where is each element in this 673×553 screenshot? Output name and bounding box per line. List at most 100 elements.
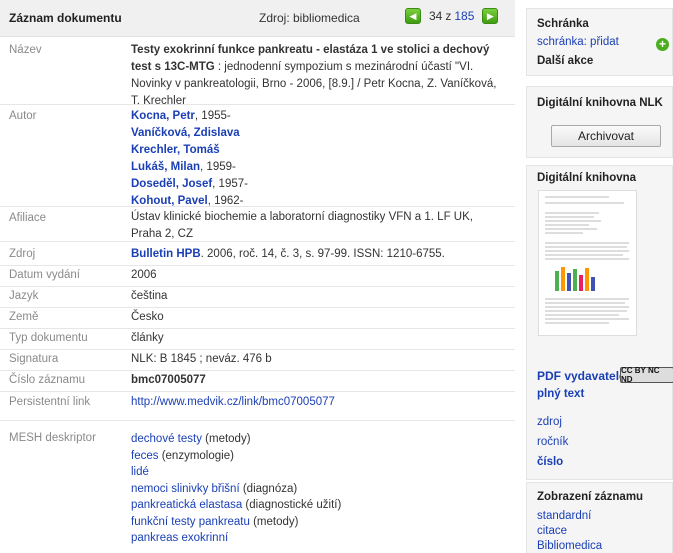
affiliation-label: Afiliace: [9, 212, 47, 224]
record-header: Záznam dokumentu Zdroj: bibliomedica ◀ 3…: [0, 0, 515, 37]
language-value: čeština: [131, 290, 168, 302]
language-label: Jazyk: [9, 290, 39, 302]
prev-record-button[interactable]: ◀: [405, 8, 421, 24]
author-link[interactable]: Lukáš, Milan: [131, 161, 200, 173]
divider: [0, 391, 515, 392]
author-years: , 1955-: [194, 110, 231, 122]
publisher-pdf-link[interactable]: PDF vydavatele: [537, 369, 626, 383]
author-label: Autor: [9, 110, 37, 122]
author-item: Kohout, Pavel, 1962-: [131, 193, 506, 210]
divider: [0, 265, 515, 266]
author-item: Lukáš, Milan, 1959-: [131, 159, 506, 176]
mesh-qualifier: (enzymologie): [158, 449, 234, 462]
divider: [0, 370, 515, 371]
mesh-term-link[interactable]: pankreatická elastasa: [131, 499, 242, 511]
shelfmark-value: NLK: B 1845 ; neváz. 476 b: [131, 353, 272, 365]
mesh-label: MESH deskriptor: [9, 432, 96, 444]
author-link[interactable]: Kocna, Petr: [131, 110, 195, 122]
volume-link[interactable]: ročník: [537, 436, 568, 448]
clipboard-title: Schránka: [537, 18, 589, 30]
mesh-qualifier: (diagnostické užití): [242, 499, 342, 511]
permalink-label: Persistentní link: [9, 396, 91, 408]
mesh-item: dechové testy (metody): [131, 431, 506, 448]
total-records-link[interactable]: 185: [454, 9, 474, 23]
country-label: Země: [9, 311, 39, 323]
date-value: 2006: [131, 269, 157, 281]
author-list: Kocna, Petr, 1955- Vaníčková, Zdislava K…: [131, 108, 506, 210]
date-label: Datum vydání: [9, 269, 80, 281]
mesh-term-link[interactable]: nemoci slinivky břišní: [131, 483, 240, 495]
full-text-link[interactable]: plný text: [537, 388, 584, 400]
mesh-item: pankreas exokrinní: [131, 530, 506, 547]
page-title: Záznam dokumentu: [9, 11, 122, 25]
cc-license-badge[interactable]: CC BY NC ND: [620, 366, 673, 384]
nlk-digital-library-box: Digitální knihovna NLK Archivovat: [526, 86, 673, 158]
archive-button[interactable]: Archivovat: [551, 125, 661, 147]
mesh-term-link[interactable]: feces: [131, 450, 159, 462]
mesh-item: feces (enzymologie): [131, 448, 506, 465]
view-standard-link[interactable]: standardní: [537, 510, 591, 522]
record-view-title: Zobrazení záznamu: [537, 491, 644, 503]
shelfmark-label: Signatura: [9, 353, 59, 365]
source-label: Zdroj: bibliomedica: [259, 11, 360, 25]
mesh-item: nemoci slinivky břišní (diagnóza): [131, 481, 506, 498]
author-years: , 1957-: [212, 178, 248, 190]
source-field-value: Bulletin HPB. 2006, roč. 14, č. 3, s. 97…: [131, 246, 506, 263]
issue-link[interactable]: číslo: [537, 456, 563, 468]
mesh-qualifier: (metody): [249, 515, 299, 528]
current-record-number: 34: [429, 9, 443, 23]
chevron-right-icon: ▶: [486, 10, 494, 21]
sidebar: Schránka schránka: přidat + Další akce D…: [526, 0, 673, 553]
next-record-button[interactable]: ▶: [482, 8, 499, 24]
divider: [0, 349, 515, 350]
mesh-term-link[interactable]: pankreas exokrinní: [131, 532, 228, 544]
mesh-term-link[interactable]: lidé: [131, 466, 149, 478]
author-item: Krechler, Tomáš: [131, 142, 506, 159]
mesh-item: pankreatická elastasa (diagnostické užit…: [131, 497, 506, 514]
record-number-label: Číslo záznamu: [9, 374, 86, 386]
digital-library-title: Digitální knihovna: [537, 172, 637, 184]
mesh-qualifier: (diagnóza): [239, 482, 298, 495]
source-link[interactable]: zdroj: [537, 416, 562, 428]
record-number-value: bmc07005077: [131, 374, 206, 386]
mesh-item: lidé: [131, 464, 506, 481]
divider: [0, 420, 515, 421]
mesh-qualifier: (metody): [201, 433, 251, 445]
divider: [0, 328, 515, 329]
view-citation-link[interactable]: citace: [537, 525, 567, 537]
more-actions[interactable]: Další akce: [537, 55, 593, 67]
mesh-term-link[interactable]: funkční testy pankreatu: [131, 516, 250, 528]
chevron-left-icon: ◀: [409, 10, 417, 21]
country-value: Česko: [131, 311, 164, 323]
document-thumbnail[interactable]: [538, 190, 637, 336]
digital-library-box: Digitální knihovna PDF vydavatele CC BY …: [526, 165, 673, 480]
record-pager: ◀ 34 z 185 ▶: [405, 8, 499, 24]
clipboard-box: Schránka schránka: přidat + Další akce: [526, 8, 673, 76]
title-value: Testy exokrinní funkce pankreatu - elast…: [131, 42, 506, 110]
source-field-label: Zdroj: [9, 248, 36, 260]
mesh-term-link[interactable]: dechové testy: [131, 433, 202, 445]
author-link[interactable]: Krechler, Tomáš: [131, 144, 220, 156]
clipboard-add-link[interactable]: schránka: přidat: [537, 36, 619, 48]
record-view-box: Zobrazení záznamu standardní citace Bibl…: [526, 482, 673, 553]
journal-link[interactable]: Bulletin HPB: [131, 248, 201, 260]
divider: [0, 241, 515, 242]
record-panel: Záznam dokumentu Zdroj: bibliomedica ◀ 3…: [0, 0, 515, 553]
title-label: Název: [9, 44, 42, 56]
divider: [0, 307, 515, 308]
permalink-value: http://www.medvik.cz/link/bmc07005077: [131, 394, 506, 411]
divider: [0, 286, 515, 287]
add-icon[interactable]: +: [656, 38, 669, 51]
view-bibliomedica-link[interactable]: Bibliomedica: [537, 540, 602, 552]
author-link[interactable]: Vaníčková, Zdislava: [131, 127, 240, 139]
document-type-label: Typ dokumentu: [9, 332, 88, 344]
divider: [0, 104, 515, 105]
author-years: , 1959-: [200, 161, 236, 173]
affiliation-value: Ústav klinické biochemie a laboratorní d…: [131, 211, 473, 240]
nlk-digital-library-title: Digitální knihovna NLK: [537, 97, 663, 109]
author-item: Kocna, Petr, 1955-: [131, 108, 506, 125]
permalink-link[interactable]: http://www.medvik.cz/link/bmc07005077: [131, 396, 335, 408]
document-type-value: články: [131, 332, 164, 344]
author-link[interactable]: Doseděl, Josef: [131, 178, 212, 190]
author-item: Doseděl, Josef, 1957-: [131, 176, 506, 193]
